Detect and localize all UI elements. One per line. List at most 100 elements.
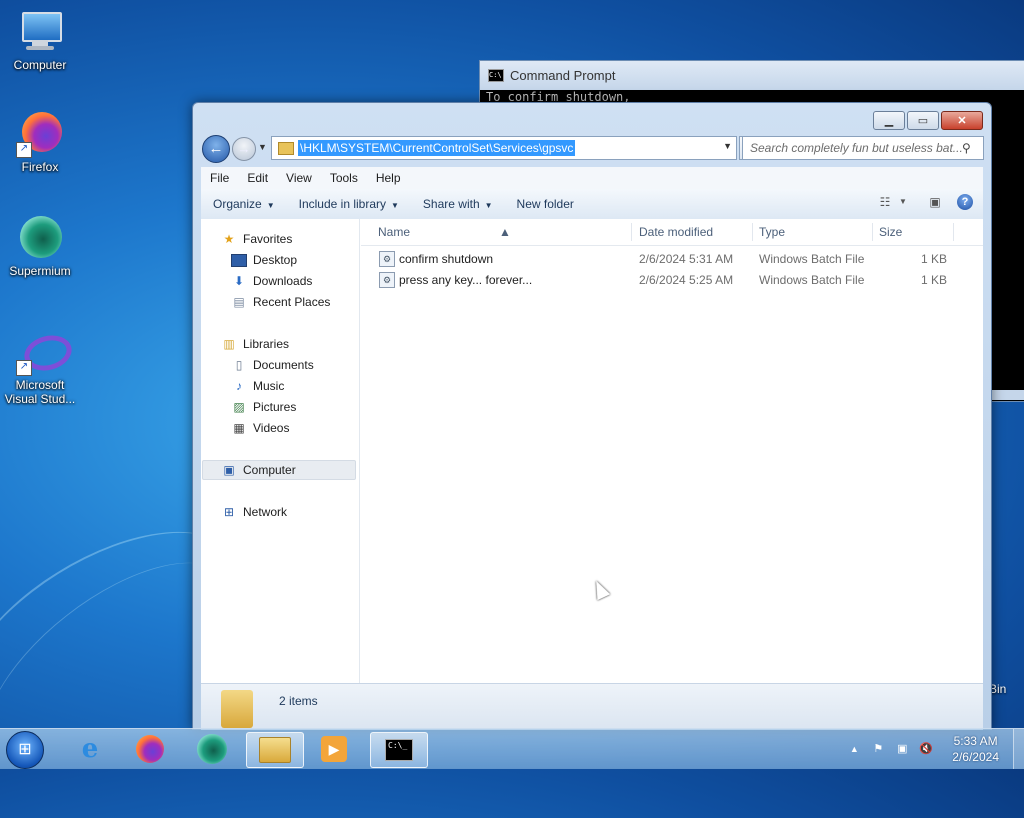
search-icon[interactable]: ⚲ [962, 141, 971, 155]
minimize-button[interactable]: ▁ [873, 111, 905, 130]
nav-desktop[interactable]: Desktop [231, 250, 297, 270]
batch-file-icon: ⚙ [379, 251, 395, 267]
file-size: 1 KB [921, 273, 948, 287]
desktop-icon-label: Firefox [21, 160, 59, 174]
volume-muted-icon[interactable]: 🔇 [918, 742, 934, 756]
desktop-icon-computer[interactable]: Computer [0, 8, 80, 72]
show-hidden-icons-icon[interactable]: ▲ [846, 742, 862, 756]
column-name[interactable]: Name [378, 225, 410, 239]
desktop-icon [231, 253, 247, 267]
back-button[interactable]: ← [202, 135, 230, 163]
clock[interactable]: 5:33 AM 2/6/2024 [952, 733, 999, 765]
start-button[interactable]: ⊞ [6, 731, 44, 769]
taskbar-media-player[interactable]: ▶ [306, 732, 362, 766]
address-path[interactable]: \HKLM\SYSTEM\CurrentControlSet\Services\… [298, 140, 576, 156]
file-list[interactable]: ▲ Name Date modified Type Size ⚙ confirm… [361, 219, 983, 683]
nav-documents[interactable]: ▯ Documents [231, 355, 314, 375]
chevron-down-icon[interactable]: ▼ [895, 195, 911, 209]
nav-label: Music [253, 379, 285, 393]
desktop-icon-supermium[interactable]: Supermium [0, 214, 80, 278]
navigation-bar: ← → ▼ \HKLM\SYSTEM\CurrentControlSet\Ser… [201, 135, 984, 163]
nav-favorites[interactable]: ★ Favorites [221, 229, 293, 249]
nav-recent-places[interactable]: ▤ Recent Places [231, 292, 330, 312]
column-type[interactable]: Type [759, 225, 785, 239]
search-input[interactable]: Search completely fun but useless bat...… [742, 136, 984, 160]
window-controls: ▁ ▭ ✕ [871, 111, 983, 130]
address-bar[interactable]: \HKLM\SYSTEM\CurrentControlSet\Services\… [271, 136, 737, 160]
include-in-library-button[interactable]: Include in library ▼ [287, 197, 411, 211]
cmd-titlebar[interactable]: C:\ Command Prompt [480, 61, 1024, 90]
taskbar-command-prompt[interactable]: C:\_ [370, 732, 428, 768]
computer-icon: ▣ [223, 463, 235, 477]
arrow-right-icon: → [237, 141, 251, 156]
show-desktop-button[interactable] [1013, 729, 1024, 769]
navigation-pane[interactable]: ★ Favorites Desktop ⬇ Downloads ▤ Recent… [201, 219, 360, 683]
file-row[interactable]: ⚙ press any key... forever... 2/6/2024 5… [361, 270, 983, 291]
nav-computer[interactable]: ▣ Computer [202, 460, 356, 480]
change-view-icon[interactable]: ☷ [877, 195, 893, 209]
column-separator[interactable] [872, 223, 873, 241]
column-date-modified[interactable]: Date modified [639, 225, 713, 239]
forward-button[interactable]: → [232, 137, 256, 161]
item-count: 2 items [279, 694, 318, 708]
nav-pictures[interactable]: ▨ Pictures [231, 397, 296, 417]
file-row[interactable]: ⚙ confirm shutdown 2/6/2024 5:31 AM Wind… [361, 249, 983, 270]
network-tray-icon[interactable]: ▣ [894, 742, 910, 756]
nav-label: Videos [253, 421, 290, 435]
menu-view[interactable]: View [277, 171, 321, 185]
menu-file[interactable]: File [201, 171, 238, 185]
menu-bar: File Edit View Tools Help [201, 167, 983, 190]
taskbar-firefox[interactable] [122, 732, 178, 766]
clock-time: 5:33 AM [953, 734, 998, 748]
column-size[interactable]: Size [879, 225, 902, 239]
preview-pane-icon[interactable]: ▣ [927, 195, 943, 209]
system-tray: ▲ ⚑ ▣ 🔇 5:33 AM 2/6/2024 [846, 729, 1024, 769]
nav-libraries[interactable]: ▥ Libraries [221, 334, 289, 354]
taskbar-supermium[interactable] [184, 732, 240, 766]
nav-network[interactable]: ⊞ Network [221, 502, 287, 522]
minimize-icon: ▁ [884, 115, 894, 127]
chevron-down-icon[interactable]: ▼ [723, 141, 732, 151]
nav-videos[interactable]: ▦ Videos [231, 418, 289, 438]
nav-music[interactable]: ♪ Music [231, 376, 284, 396]
new-folder-button[interactable]: New folder [505, 197, 586, 211]
nav-downloads[interactable]: ⬇ Downloads [231, 271, 312, 291]
share-with-button[interactable]: Share with ▼ [411, 197, 505, 211]
nav-label: Downloads [253, 274, 313, 288]
action-center-flag-icon[interactable]: ⚑ [870, 742, 886, 756]
close-button[interactable]: ✕ [941, 111, 983, 130]
explorer-window[interactable]: ▁ ▭ ✕ ← → ▼ \HKLM\SYSTEM\CurrentControlS… [192, 102, 992, 730]
folder-icon [278, 141, 294, 155]
music-icon: ♪ [236, 379, 242, 393]
cmd-icon: C:\_ [385, 739, 413, 761]
file-type: Windows Batch File [759, 252, 865, 266]
taskbar-explorer[interactable] [246, 732, 304, 768]
desktop-icon-firefox[interactable]: ↗ Firefox [0, 110, 80, 174]
file-date: 2/6/2024 5:25 AM [639, 273, 734, 287]
menu-help[interactable]: Help [367, 171, 410, 185]
menu-tools[interactable]: Tools [321, 171, 367, 185]
column-separator[interactable] [631, 223, 632, 241]
file-name: confirm shutdown [399, 252, 494, 266]
star-icon: ★ [223, 232, 235, 246]
sort-arrow-icon: ▲ [499, 225, 511, 239]
column-separator[interactable] [953, 223, 954, 241]
recent-pages-dropdown[interactable]: ▼ [258, 142, 267, 152]
column-separator[interactable] [752, 223, 753, 241]
share-with-label: Share with [422, 197, 480, 211]
help-icon[interactable]: ? [957, 194, 973, 210]
chevron-down-icon: ▼ [266, 201, 275, 210]
shortcut-arrow-icon: ↗ [16, 360, 32, 376]
cmd-icon: C:\ [488, 69, 504, 82]
taskbar-internet-explorer[interactable]: e [62, 732, 118, 766]
clock-date: 2/6/2024 [952, 750, 999, 764]
desktop-icon-visual-studio[interactable]: ↗ Microsoft Visual Stud... [0, 328, 80, 406]
batch-file-icon: ⚙ [379, 272, 395, 288]
maximize-icon: ▭ [917, 115, 929, 127]
videos-icon: ▦ [233, 421, 245, 435]
organize-button[interactable]: Organize ▼ [201, 197, 287, 211]
menu-edit[interactable]: Edit [238, 171, 277, 185]
nav-label: Libraries [243, 337, 290, 351]
maximize-button[interactable]: ▭ [907, 111, 939, 130]
libraries-icon: ▥ [223, 337, 235, 351]
